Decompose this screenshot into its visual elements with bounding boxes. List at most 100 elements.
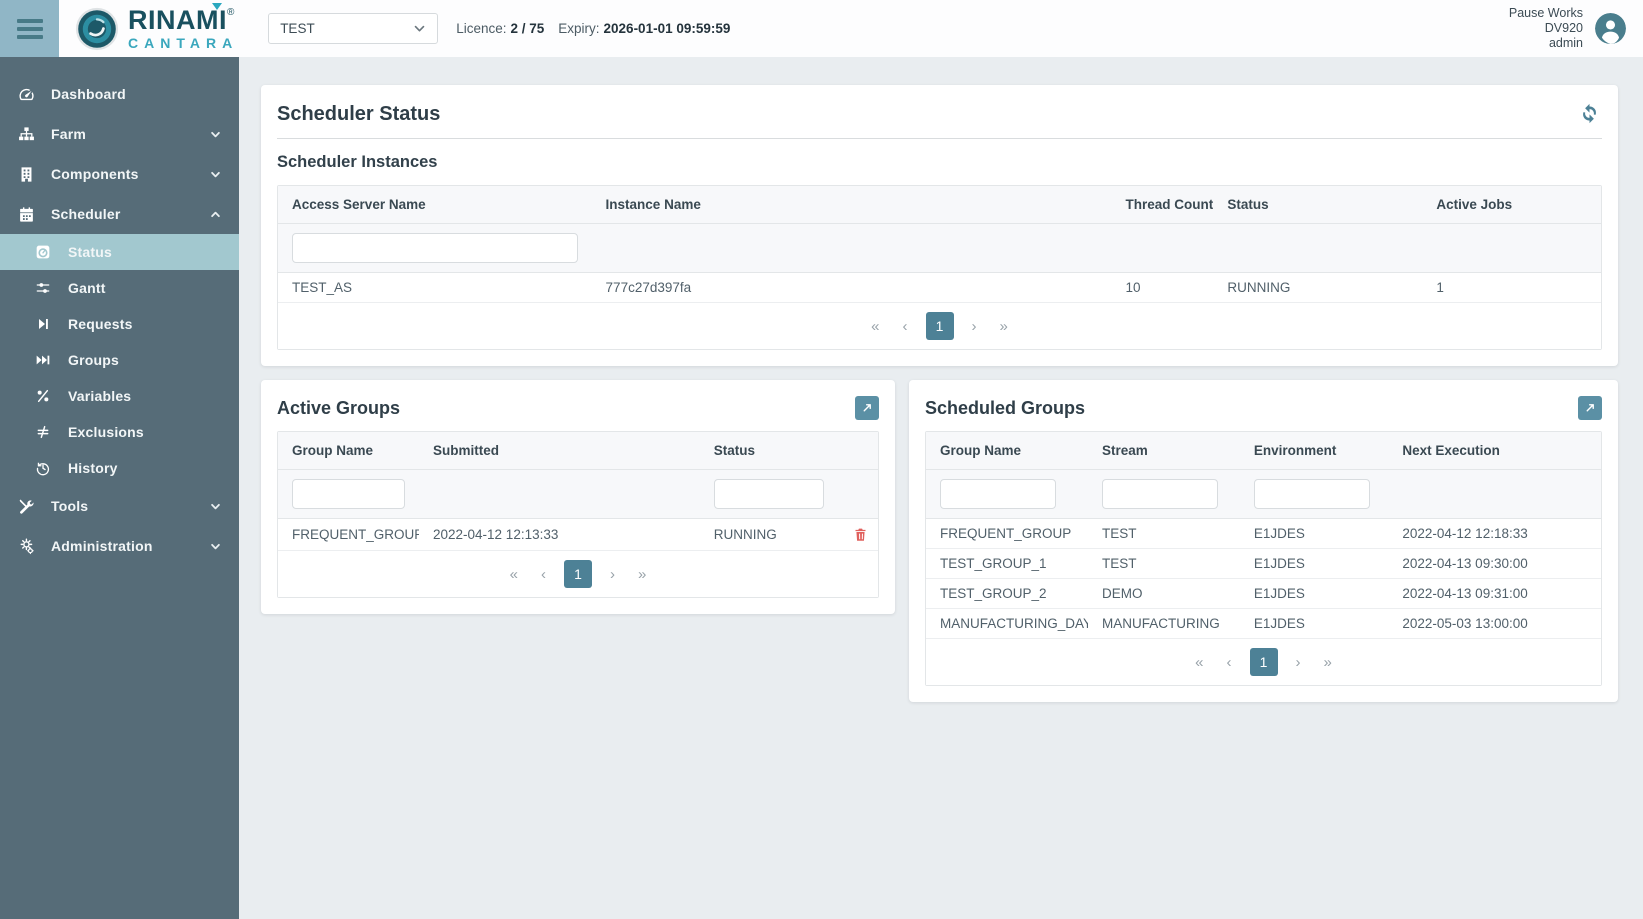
column-header: Stream xyxy=(1088,432,1240,470)
active-groups-panel: Active Groups Group Name Submitted Statu… xyxy=(261,380,895,614)
sidebar-item-administration[interactable]: Administration xyxy=(0,526,239,566)
pagination-current-page[interactable]: 1 xyxy=(564,560,592,588)
sidebar-item-label: Gantt xyxy=(68,280,223,296)
stream-cell: TEST xyxy=(1088,549,1240,579)
column-header: Thread Count xyxy=(1111,186,1213,224)
column-header: Access Server Name xyxy=(278,186,592,224)
user-environment: DV920 xyxy=(1509,21,1583,36)
sidebar-item-status[interactable]: Status xyxy=(0,234,239,270)
expiry-value: 2026-01-01 09:59:59 xyxy=(604,21,731,36)
next-execution-cell: 2022-04-12 12:18:33 xyxy=(1388,519,1601,549)
access-server-name-filter-input[interactable] xyxy=(292,233,578,263)
user-avatar[interactable] xyxy=(1595,13,1626,44)
group-name-filter-input[interactable] xyxy=(940,479,1056,509)
sidebar-item-label: Tools xyxy=(51,498,195,514)
user-info: Pause Works DV920 admin xyxy=(1509,6,1583,51)
registered-mark: ® xyxy=(227,8,234,18)
sidebar-item-variables[interactable]: Variables xyxy=(0,378,239,414)
pagination-first-button[interactable]: « xyxy=(1190,652,1208,673)
sidebar-item-tools[interactable]: Tools xyxy=(0,486,239,526)
delete-group-button[interactable] xyxy=(852,526,869,543)
pagination-current-page[interactable]: 1 xyxy=(926,312,954,340)
status-filter-input[interactable] xyxy=(714,479,824,509)
column-header: Instance Name xyxy=(592,186,1112,224)
divider xyxy=(277,138,1602,139)
table-row[interactable]: FREQUENT_GROUP TEST E1JDES 2022-04-12 12… xyxy=(926,519,1601,549)
group-name-cell: FREQUENT_GROUP xyxy=(926,519,1088,549)
brand-name: RINAMI xyxy=(128,7,227,34)
pagination-current-page[interactable]: 1 xyxy=(1250,648,1278,676)
pagination-prev-button[interactable]: ‹ xyxy=(536,564,551,585)
gears-icon xyxy=(16,538,36,555)
chevron-down-icon xyxy=(210,169,221,180)
pagination-first-button[interactable]: « xyxy=(505,564,523,585)
pagination-next-button[interactable]: › xyxy=(1291,652,1306,673)
group-name-filter-input[interactable] xyxy=(292,479,405,509)
not-equal-icon xyxy=(33,424,53,440)
status-cell: RUNNING xyxy=(700,519,838,551)
chevron-down-icon xyxy=(210,501,221,512)
pagination-first-button[interactable]: « xyxy=(866,316,884,337)
pagination-prev-button[interactable]: ‹ xyxy=(1222,652,1237,673)
pagination: « ‹ 1 › » xyxy=(926,639,1601,685)
column-header: Active Jobs xyxy=(1422,186,1601,224)
hamburger-icon xyxy=(17,19,43,23)
column-header: Group Name xyxy=(278,432,419,470)
sidebar-item-requests[interactable]: Requests xyxy=(0,306,239,342)
sidebar-item-label: Components xyxy=(51,166,195,182)
table-row[interactable]: TEST_GROUP_2 DEMO E1JDES 2022-04-13 09:3… xyxy=(926,579,1601,609)
access-server-name-cell: TEST_AS xyxy=(278,273,592,303)
pagination-last-button[interactable]: » xyxy=(633,564,651,585)
refresh-icon xyxy=(1579,103,1600,124)
sidebar-item-dashboard[interactable]: Dashboard xyxy=(0,74,239,114)
refresh-button[interactable] xyxy=(1577,101,1602,126)
pagination-last-button[interactable]: » xyxy=(1319,652,1337,673)
brand-logo[interactable]: RINAMI ® CANTARA xyxy=(75,7,238,51)
sidebar-item-groups[interactable]: Groups xyxy=(0,342,239,378)
pagination-next-button[interactable]: › xyxy=(605,564,620,585)
environment-select-value: TEST xyxy=(280,21,315,36)
sidebar-item-gantt[interactable]: Gantt xyxy=(0,270,239,306)
sidebar-item-label: Status xyxy=(68,244,223,260)
active-jobs-cell: 1 xyxy=(1422,273,1601,303)
environment-select[interactable]: TEST xyxy=(268,13,438,44)
chevron-down-icon xyxy=(210,129,221,140)
sidebar-item-scheduler[interactable]: Scheduler xyxy=(0,194,239,234)
scheduler-status-panel: Scheduler Status Scheduler Instances Acc… xyxy=(261,85,1618,366)
status-cell: RUNNING xyxy=(1213,273,1422,303)
table-row[interactable]: FREQUENT_GROUP 2022-04-12 12:13:33 RUNNI… xyxy=(278,519,878,551)
next-execution-cell: 2022-04-13 09:30:00 xyxy=(1388,549,1601,579)
table-row[interactable]: TEST_GROUP_1 TEST E1JDES 2022-04-13 09:3… xyxy=(926,549,1601,579)
sidebar-item-label: Dashboard xyxy=(51,86,223,102)
pagination-prev-button[interactable]: ‹ xyxy=(898,316,913,337)
expiry-label: Expiry: xyxy=(558,21,599,36)
open-active-groups-button[interactable] xyxy=(855,396,879,420)
table-row[interactable]: TEST_AS 777c27d397fa 10 RUNNING 1 xyxy=(278,273,1601,303)
building-icon xyxy=(16,166,36,183)
user-username: admin xyxy=(1509,36,1583,51)
sidebar-item-label: Variables xyxy=(68,388,223,404)
group-name-cell: FREQUENT_GROUP xyxy=(278,519,419,551)
section-title: Scheduler Instances xyxy=(277,153,1602,172)
sidebar: Dashboard Farm Components Schedule xyxy=(0,57,239,919)
sidebar-item-farm[interactable]: Farm xyxy=(0,114,239,154)
brand-accent-triangle xyxy=(212,3,222,10)
stream-filter-input[interactable] xyxy=(1102,479,1218,509)
hamburger-menu-button[interactable] xyxy=(0,0,59,57)
column-header: Group Name xyxy=(926,432,1088,470)
submitted-cell: 2022-04-12 12:13:33 xyxy=(419,519,700,551)
main-content: Scheduler Status Scheduler Instances Acc… xyxy=(239,57,1643,919)
table-row[interactable]: MANUFACTURING_DAY MANUFACTURING E1JDES 2… xyxy=(926,609,1601,639)
pagination-last-button[interactable]: » xyxy=(995,316,1013,337)
column-header: Status xyxy=(700,432,838,470)
pagination-next-button[interactable]: › xyxy=(967,316,982,337)
dashboard-icon xyxy=(16,86,36,103)
sidebar-item-components[interactable]: Components xyxy=(0,154,239,194)
environment-cell: E1JDES xyxy=(1240,549,1389,579)
open-scheduled-groups-button[interactable] xyxy=(1578,396,1602,420)
environment-filter-input[interactable] xyxy=(1254,479,1370,509)
group-name-cell: TEST_GROUP_2 xyxy=(926,579,1088,609)
sidebar-item-exclusions[interactable]: Exclusions xyxy=(0,414,239,450)
sidebar-item-history[interactable]: History xyxy=(0,450,239,486)
scheduler-submenu: Status Gantt Requests Groups xyxy=(0,234,239,486)
